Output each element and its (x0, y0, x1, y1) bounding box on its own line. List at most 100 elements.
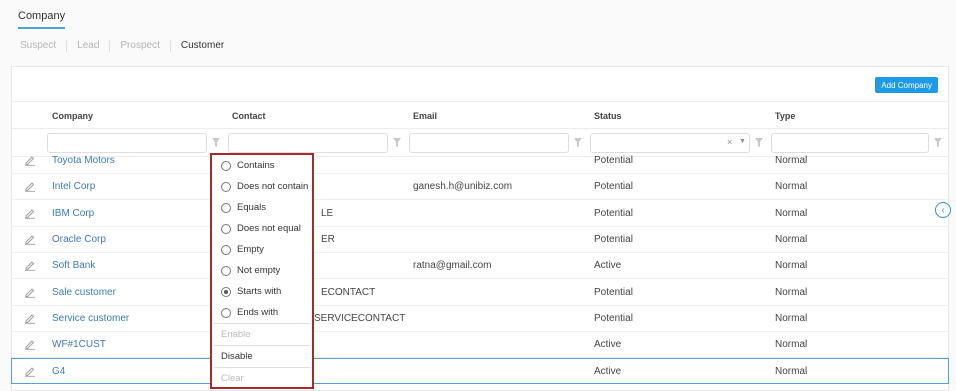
pencil-icon[interactable] (24, 180, 36, 192)
radio-icon[interactable] (221, 202, 231, 213)
filter-option-starts-with[interactable]: Starts with (212, 281, 312, 302)
radio-icon[interactable] (221, 265, 231, 276)
clear-filter-button[interactable]: Clear (212, 368, 312, 389)
pencil-icon[interactable] (24, 338, 36, 350)
company-name-link[interactable]: IBM Corp (52, 208, 94, 219)
filter-option-contains[interactable]: Contains (212, 155, 312, 176)
column-header-type[interactable]: Type (775, 111, 795, 121)
filter-option-label: Does not contain (237, 181, 309, 192)
filter-option-label: Starts with (237, 286, 282, 297)
status-cell: Active (594, 366, 622, 378)
radio-icon[interactable] (221, 160, 231, 171)
company-name-link[interactable]: Oracle Corp (52, 234, 106, 245)
stage-suspect[interactable]: Suspect (20, 40, 68, 52)
filter-option-empty[interactable]: Empty (212, 239, 312, 260)
table-row[interactable]: WF#1CUST Active Normal (12, 332, 948, 359)
funnel-icon[interactable] (393, 138, 401, 147)
stage-lead[interactable]: Lead (67, 40, 111, 52)
radio-icon[interactable] (221, 307, 231, 318)
filter-option-does-not-equal[interactable]: Does not equal (212, 218, 312, 239)
company-name-link[interactable]: G4 (52, 366, 65, 377)
filter-option-equals[interactable]: Equals (212, 197, 312, 218)
type-cell: Normal (775, 155, 808, 166)
table-row[interactable]: Oracle Corp ER Potential Normal (12, 227, 948, 253)
radio-icon[interactable] (221, 181, 231, 192)
contact-cell: ECONTACT (321, 286, 376, 298)
type-cell: Normal (775, 233, 808, 245)
pencil-icon[interactable] (24, 312, 36, 324)
filter-option-label: Contains (237, 160, 275, 171)
contact-cell: SERVICECONTACT (314, 312, 406, 324)
stage-prospect[interactable]: Prospect (110, 40, 171, 52)
chevron-left-icon[interactable]: ‹ (935, 202, 951, 218)
column-header-company[interactable]: Company (52, 111, 93, 121)
table-row[interactable]: Toyota Motors Potential Normal (12, 148, 948, 174)
type-cell: Normal (775, 339, 808, 351)
company-grid-card: Add Company Company Contact Email Status… (11, 66, 949, 391)
table-row[interactable]: G4 Active Normal (11, 358, 949, 385)
table-row[interactable]: Intel Corp ganesh.h@unibiz.com Potential No… (12, 174, 948, 201)
pencil-icon[interactable] (24, 286, 36, 298)
filter-option-label: Empty (237, 244, 264, 255)
status-cell: Potential (594, 181, 633, 193)
funnel-icon[interactable] (212, 138, 220, 147)
funnel-icon[interactable] (934, 138, 942, 147)
table-row[interactable]: Soft Bank ratna@gmail.com Active Normal (12, 253, 948, 280)
pencil-icon[interactable] (24, 233, 36, 245)
status-cell: Potential (594, 155, 633, 166)
status-cell: Potential (594, 233, 633, 245)
stage-tabs: Suspect Lead Prospect Customer (20, 40, 234, 52)
pencil-icon[interactable] (24, 259, 36, 271)
radio-icon[interactable] (221, 286, 231, 297)
radio-icon[interactable] (221, 244, 231, 255)
filter-option-label: Does not equal (237, 223, 301, 234)
add-company-button[interactable]: Add Company (875, 77, 938, 93)
type-cell: Normal (775, 207, 808, 219)
filter-option-does-not-contain[interactable]: Does not contain (212, 176, 312, 197)
type-cell: Normal (775, 366, 808, 378)
tab-company[interactable]: Company (18, 10, 66, 29)
funnel-icon[interactable] (574, 138, 582, 147)
company-name-link[interactable]: WF#1CUST (52, 339, 106, 350)
status-cell: Potential (594, 207, 633, 219)
clear-icon[interactable]: × (727, 137, 732, 147)
column-header-email[interactable]: Email (413, 111, 437, 121)
contact-cell: ER (321, 233, 335, 245)
radio-icon[interactable] (221, 223, 231, 234)
email-cell: ratna@gmail.com (413, 260, 492, 272)
status-cell: Active (594, 260, 622, 272)
filter-operator-menu: Contains Does not contain Equals Does not e… (210, 153, 314, 389)
filter-option-label: Ends with (237, 307, 279, 318)
chevron-down-icon[interactable]: ▼ (739, 138, 746, 145)
funnel-icon[interactable] (755, 138, 763, 147)
filter-option-label: Equals (237, 202, 267, 213)
company-name-link[interactable]: Soft Bank (52, 260, 95, 271)
stage-customer[interactable]: Customer (171, 40, 234, 52)
pencil-icon[interactable] (24, 207, 36, 219)
enable-filter-button[interactable]: Enable (212, 324, 312, 345)
type-cell: Normal (775, 260, 808, 272)
column-header-contact[interactable]: Contact (232, 111, 266, 121)
status-cell: Active (594, 339, 622, 351)
filter-options: Contains Does not contain Equals Does not e… (212, 155, 312, 323)
company-name-link[interactable]: Service customer (52, 313, 129, 324)
disable-filter-button[interactable]: Disable (212, 346, 312, 367)
company-name-link[interactable]: Intel Corp (52, 181, 95, 192)
status-cell: Potential (594, 286, 633, 298)
type-cell: Normal (775, 312, 808, 324)
filter-option-label: Not empty (237, 265, 281, 276)
filter-option-not-empty[interactable]: Not empty (212, 260, 312, 281)
filter-option-ends-with[interactable]: Ends with (212, 302, 312, 323)
status-cell: Potential (594, 312, 633, 324)
pencil-icon[interactable] (24, 154, 36, 166)
pencil-icon[interactable] (24, 365, 36, 378)
company-name-link[interactable]: Toyota Motors (52, 155, 115, 166)
type-cell: Normal (775, 181, 808, 193)
table-row[interactable]: IBM Corp LE Potential Normal (12, 201, 948, 227)
table-row[interactable]: Service customer SERVICECONTACT Potential N… (12, 306, 948, 332)
contact-cell: LE (321, 207, 334, 219)
company-name-link[interactable]: Sale customer (52, 287, 116, 298)
column-header-status[interactable]: Status (594, 111, 622, 121)
table-row[interactable]: Sale customer ECONTACT Potential Normal (12, 280, 948, 306)
type-cell: Normal (775, 286, 808, 298)
